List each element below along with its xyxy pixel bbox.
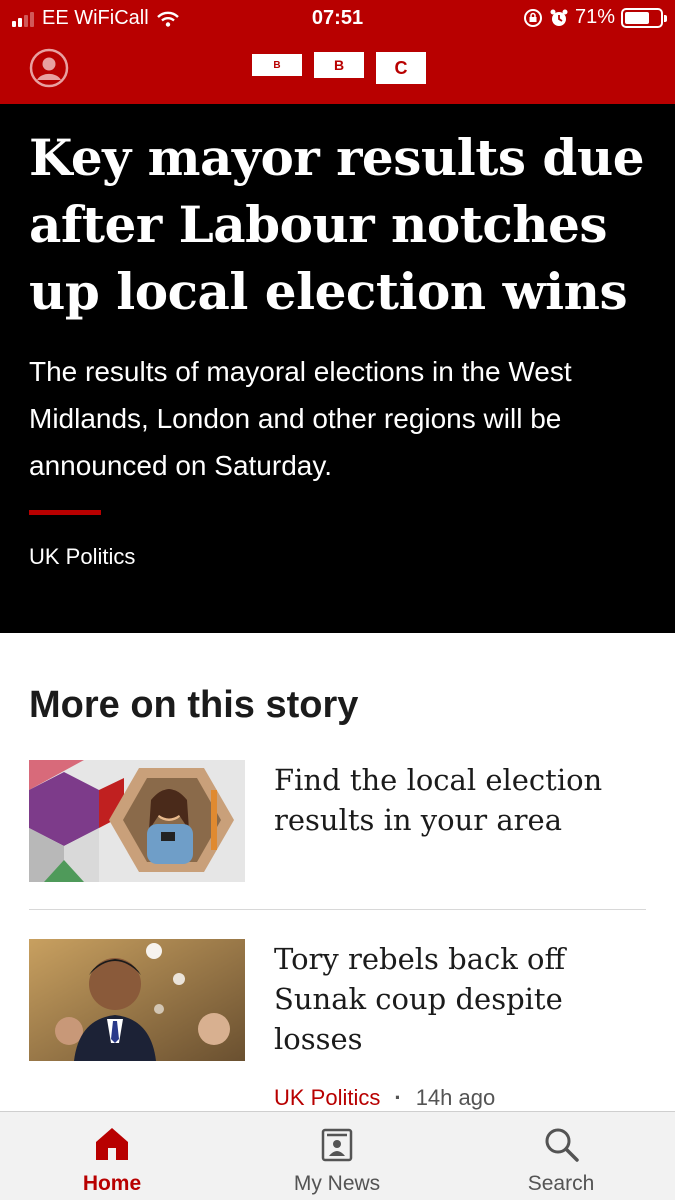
lead-summary: The results of mayoral elections in the … [29,356,572,481]
accent-rule [29,510,101,515]
logo-block-2: B [314,52,364,78]
story-meta: UK Politics · 14h ago [274,1085,495,1111]
logo-block-3: C [376,52,426,84]
bbc-logo: B B C [252,52,426,84]
my-news-icon [321,1128,353,1162]
bottom-tab-bar: Home My News Search [0,1111,675,1200]
battery-icon [621,7,667,28]
story-headline[interactable]: Find the local election results in your … [274,760,646,840]
meta-separator: · [394,1085,402,1110]
tab-my-news[interactable]: My News [257,1112,417,1200]
tab-label: My News [293,1172,381,1195]
story-item[interactable]: Tory rebels back off Sunak coup despite … [29,939,646,1119]
divider [29,909,646,910]
battery-fill [625,11,650,24]
home-icon [96,1128,128,1160]
lead-topic-tag[interactable]: UK Politics [29,544,135,570]
section-title: More on this story [29,684,359,726]
app-top-bar: EE WiFiCall 07:51 71% B B C [0,0,675,104]
story-timestamp: 14h ago [415,1085,496,1110]
app-header: B B C [0,38,675,104]
account-icon[interactable] [29,48,69,88]
status-bar: EE WiFiCall 07:51 71% [0,0,675,38]
lead-story[interactable]: Key mayor results due after Labour notch… [0,104,675,633]
story-item[interactable]: Find the local election results in your … [29,760,646,882]
search-icon [545,1128,579,1162]
tab-search[interactable]: Search [481,1112,641,1200]
tab-label: Home [82,1172,142,1195]
story-thumbnail [29,760,245,882]
story-thumbnail [29,939,245,1061]
story-topic-link[interactable]: UK Politics [274,1085,380,1111]
logo-block-1: B [252,54,302,76]
rotation-lock-icon [523,8,542,27]
alarm-icon [550,9,568,26]
tab-home[interactable]: Home [32,1112,192,1200]
battery-percent: 71% [574,6,615,28]
tab-label: Search [527,1172,595,1195]
lead-headline[interactable]: Key mayor results due after Labour notch… [29,124,659,325]
story-headline[interactable]: Tory rebels back off Sunak coup despite … [274,939,646,1059]
status-right: 71% [523,6,667,29]
